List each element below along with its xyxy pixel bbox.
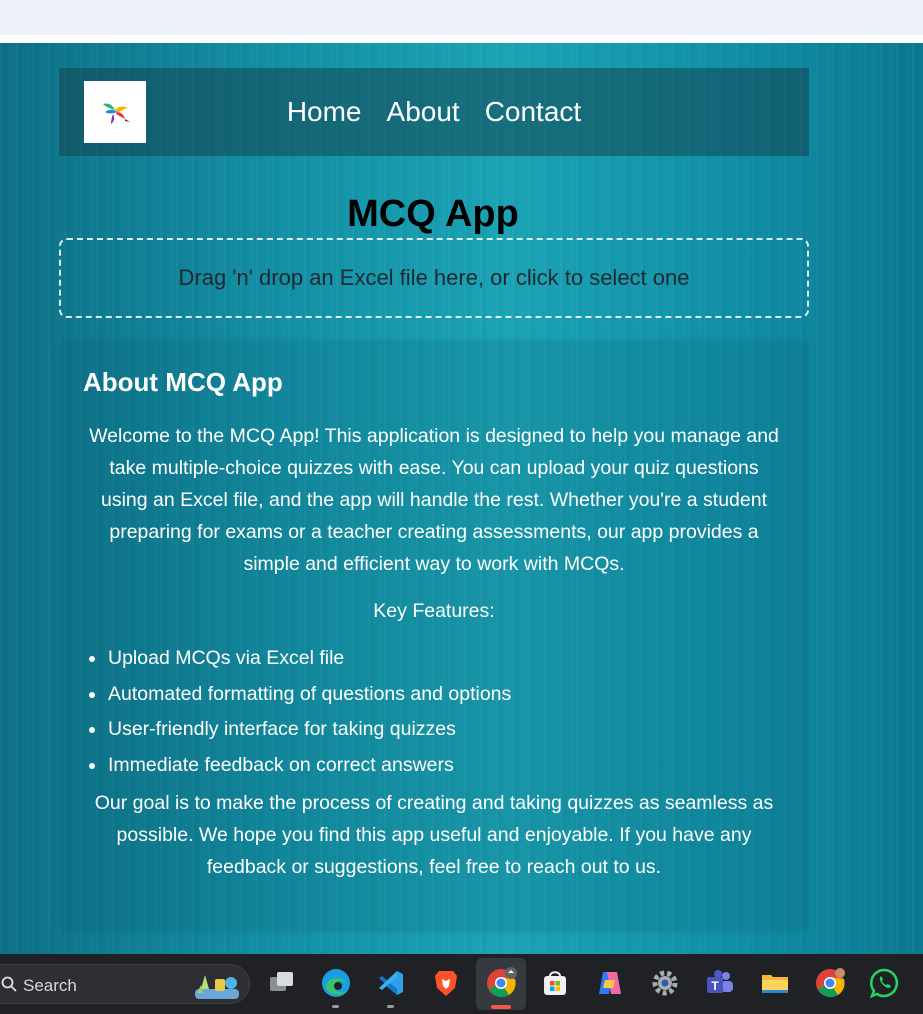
nav-contact-link[interactable]: Contact (485, 96, 582, 128)
nav-about-link[interactable]: About (387, 96, 460, 128)
svg-text:T: T (711, 979, 719, 993)
about-title: About MCQ App (83, 367, 283, 397)
task-view-icon[interactable] (265, 966, 299, 1000)
taskbar: Search T (0, 954, 923, 1014)
search-label: Search (23, 976, 77, 995)
about-goal: Our goal is to make the process of creat… (94, 792, 774, 878)
page-background: Home About Contact MCQ App Drag 'n' drop… (0, 43, 923, 954)
excel-dropzone[interactable]: Drag 'n' drop an Excel file here, or cli… (59, 238, 809, 318)
feature-item: User-friendly interface for taking quizz… (87, 712, 785, 748)
taskbar-search[interactable]: Search (0, 964, 250, 1004)
settings-gear-icon[interactable] (648, 966, 682, 1000)
about-card: About MCQ App Welcome to the MCQ App! Th… (59, 341, 809, 931)
chrome-profile-icon[interactable] (813, 966, 847, 1000)
browser-chrome-top (0, 0, 923, 43)
features-heading: Key Features: (373, 600, 495, 622)
navbar: Home About Contact (59, 68, 809, 156)
active-app-indicator (491, 1005, 511, 1009)
teams-icon[interactable]: T (703, 966, 737, 1000)
search-highlight-icon (195, 975, 239, 999)
feature-item: Immediate feedback on correct answers (87, 748, 785, 784)
whatsapp-icon[interactable] (868, 966, 902, 1000)
chrome-icon[interactable] (484, 966, 518, 1000)
edge-icon[interactable] (319, 966, 353, 1008)
vscode-icon[interactable] (374, 966, 408, 1008)
feature-item: Automated formatting of questions and op… (87, 677, 785, 713)
feature-item: Upload MCQs via Excel file (87, 641, 785, 677)
microsoft-store-icon[interactable] (538, 966, 572, 1000)
about-intro: Welcome to the MCQ App! This application… (89, 425, 779, 575)
nav-home-link[interactable]: Home (287, 96, 362, 128)
search-icon (1, 976, 17, 992)
file-explorer-icon[interactable] (758, 966, 792, 1000)
features-list: Upload MCQs via Excel file Automated for… (83, 641, 785, 783)
nav-links: Home About Contact (59, 68, 809, 156)
copilot-icon[interactable] (593, 966, 627, 1000)
page-title: MCQ App (347, 193, 519, 235)
dropzone-text: Drag 'n' drop an Excel file here, or cli… (178, 265, 690, 290)
brave-icon[interactable] (429, 966, 463, 1000)
